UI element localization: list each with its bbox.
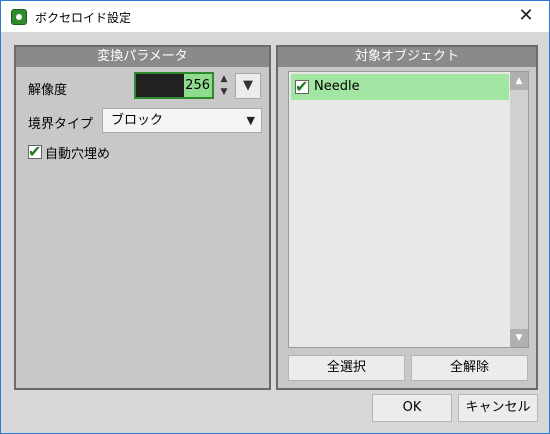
panel-header: 対象オブジェクト xyxy=(278,47,536,67)
boundary-type-value: ブロック xyxy=(111,113,164,128)
panel-header: 変換パラメータ xyxy=(16,47,269,67)
chevron-down-icon: ▼ xyxy=(246,114,255,127)
select-all-button[interactable]: 全選択 xyxy=(288,355,405,381)
list-item[interactable]: ✔ Needle xyxy=(291,74,509,100)
list-scrollbar[interactable]: ▲ ▼ xyxy=(510,72,528,347)
item-checkbox[interactable]: ✔ xyxy=(295,77,309,96)
resolution-value: 256 xyxy=(184,74,212,97)
dialog-body: 変換パラメータ 解像度 256 ▲ ▼ ▼ 境界タイプ ブロック ▼ ✔ 自動穴… xyxy=(1,32,549,433)
spin-up-icon[interactable]: ▲ xyxy=(217,73,231,86)
target-objects-panel: 対象オブジェクト ✔ Needle ▲ ▼ 全選択 全解除 xyxy=(276,45,538,390)
ok-button[interactable]: OK xyxy=(372,394,452,422)
resolution-input[interactable]: 256 xyxy=(134,72,214,99)
resolution-dropdown-button[interactable]: ▼ xyxy=(235,73,261,99)
object-list[interactable]: ✔ Needle ▲ ▼ xyxy=(288,71,529,348)
item-label: Needle xyxy=(314,79,360,94)
window-title: ボクセロイド設定 xyxy=(35,11,132,25)
deselect-all-button[interactable]: 全解除 xyxy=(411,355,528,381)
boundary-type-select[interactable]: ブロック ▼ xyxy=(102,108,262,133)
checkmark-icon: ✔ xyxy=(28,142,42,161)
title-bar[interactable]: ボクセロイド設定 ✕ xyxy=(1,1,549,32)
resolution-label: 解像度 xyxy=(28,83,68,98)
checkmark-icon: ✔ xyxy=(295,77,309,96)
boundary-type-label: 境界タイプ xyxy=(28,117,94,132)
cancel-button[interactable]: キャンセル xyxy=(458,394,538,422)
auto-fill-checkbox[interactable]: ✔ xyxy=(28,142,42,161)
dialog-window: ボクセロイド設定 ✕ 変換パラメータ 解像度 256 ▲ ▼ ▼ 境界タイプ ブ… xyxy=(0,0,550,434)
scroll-up-icon[interactable]: ▲ xyxy=(510,72,528,90)
resolution-spinner[interactable]: ▲ ▼ xyxy=(217,73,231,99)
auto-fill-label: 自動穴埋め xyxy=(45,147,111,162)
app-icon xyxy=(11,9,27,25)
scroll-down-icon[interactable]: ▼ xyxy=(510,329,528,347)
conversion-parameters-panel: 変換パラメータ 解像度 256 ▲ ▼ ▼ 境界タイプ ブロック ▼ ✔ 自動穴… xyxy=(14,45,271,390)
spin-down-icon[interactable]: ▼ xyxy=(217,86,231,99)
close-button[interactable]: ✕ xyxy=(503,1,549,32)
